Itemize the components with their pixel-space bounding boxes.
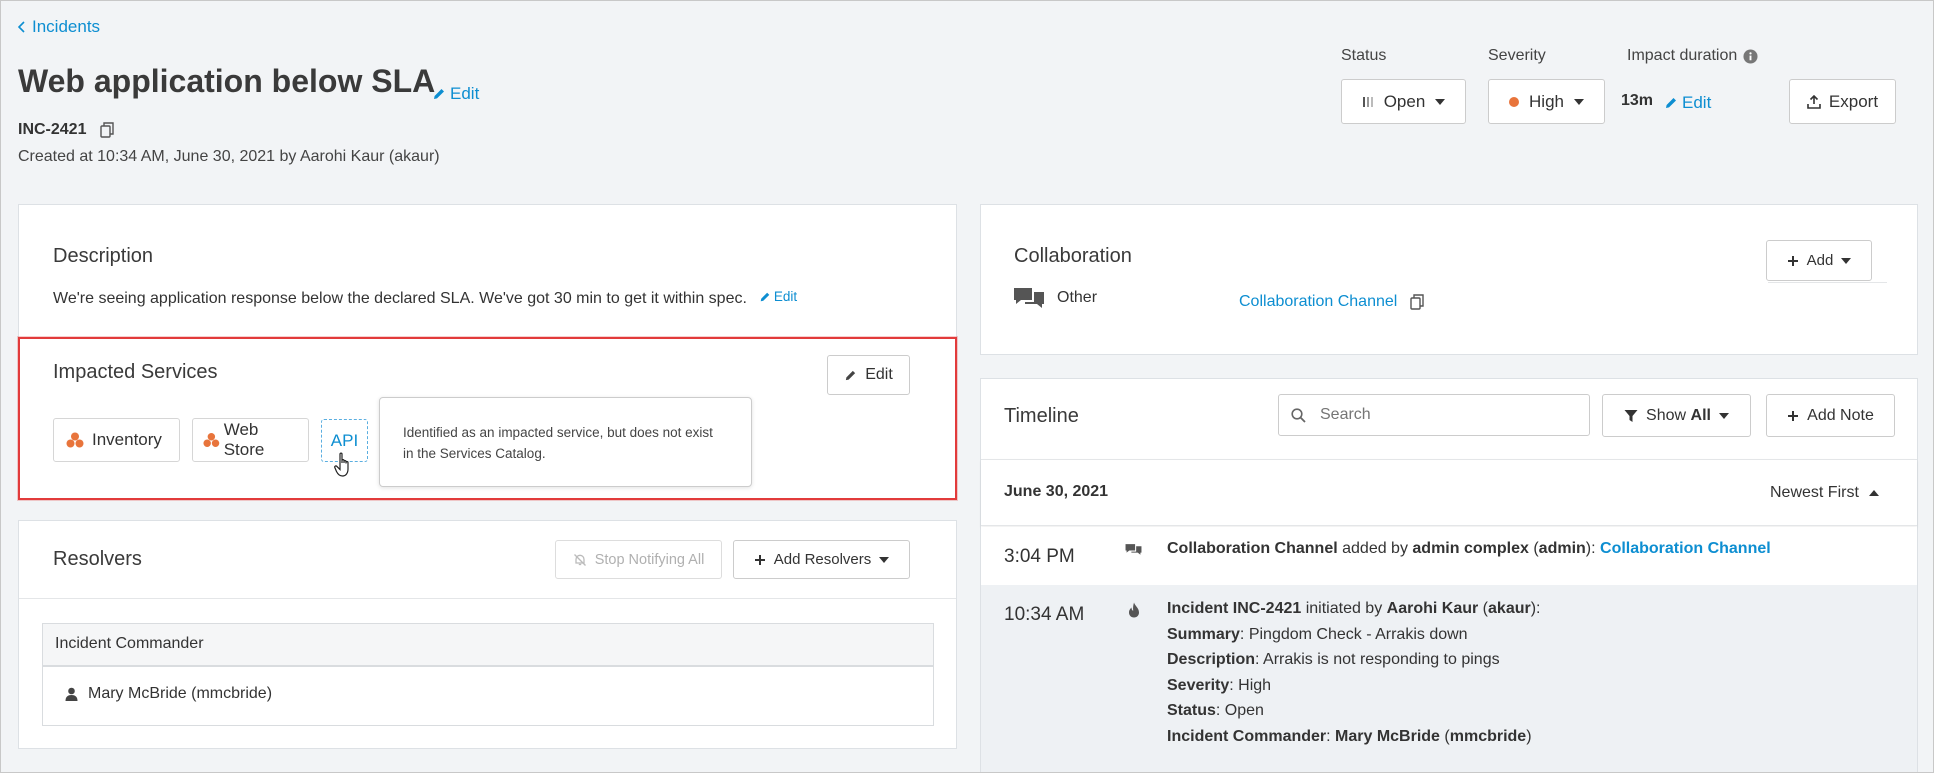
sort-order-toggle[interactable]: Newest First bbox=[1770, 484, 1879, 502]
plus-icon bbox=[1788, 410, 1799, 421]
info-icon[interactable] bbox=[1743, 48, 1758, 64]
add-note-button[interactable]: Add Note bbox=[1766, 394, 1895, 437]
entry-text: Collaboration Channel added by admin com… bbox=[1167, 540, 1771, 557]
status-label: Status bbox=[1341, 47, 1387, 64]
page-title: Web application below SLA bbox=[18, 63, 436, 99]
back-to-incidents-link[interactable]: Incidents bbox=[18, 17, 100, 37]
severity-dot bbox=[1509, 96, 1520, 107]
entry-time: 3:04 PM bbox=[1004, 546, 1075, 567]
service-cluster-icon bbox=[66, 432, 84, 448]
resolvers-title: Resolvers bbox=[53, 548, 142, 570]
stop-notifying-all-button[interactable]: Stop Notifying All bbox=[555, 540, 722, 579]
tooltip-line-1: Identified as an impacted service, but d… bbox=[403, 425, 713, 440]
caret-up-icon bbox=[1868, 490, 1879, 496]
plus-icon bbox=[754, 554, 765, 565]
resolvers-table-header: Incident Commander bbox=[43, 624, 933, 667]
chat-bubbles-icon bbox=[1014, 288, 1044, 308]
service-cluster-icon bbox=[203, 433, 220, 447]
user-icon bbox=[65, 687, 78, 701]
collaboration-title: Collaboration bbox=[1014, 245, 1132, 267]
description-panel bbox=[18, 204, 957, 338]
back-label: Incidents bbox=[32, 17, 101, 36]
edit-title-button[interactable]: Edit bbox=[432, 84, 479, 104]
plus-icon bbox=[1787, 255, 1798, 266]
collaboration-channel-link[interactable]: Collaboration Channel bbox=[1239, 293, 1397, 311]
severity-dropdown[interactable]: High bbox=[1488, 79, 1605, 124]
impact-duration-value: 13m bbox=[1621, 92, 1654, 109]
tooltip-line-2: in the Services Catalog. bbox=[403, 446, 546, 461]
service-tooltip: Identified as an impacted service, but d… bbox=[379, 397, 752, 487]
pencil-icon bbox=[434, 89, 444, 99]
table-row: Mary McBride (mmcbride) bbox=[43, 667, 933, 703]
edit-description-button[interactable]: Edit bbox=[759, 289, 797, 304]
divider bbox=[19, 598, 956, 599]
collaboration-channel-link[interactable]: Collaboration Channel bbox=[1600, 540, 1771, 557]
caret-down-icon bbox=[1718, 412, 1729, 419]
incident-id: INC-2421 bbox=[18, 121, 115, 139]
severity-label: Severity bbox=[1488, 47, 1546, 64]
incident-commander-name: Mary McBride (mmcbride) bbox=[88, 685, 273, 702]
search-icon bbox=[1291, 407, 1306, 423]
collaboration-channel-row: Collaboration Channel bbox=[1239, 293, 1425, 311]
pencil-icon bbox=[846, 370, 856, 380]
flame-icon bbox=[1129, 602, 1139, 618]
copy-icon[interactable] bbox=[100, 122, 115, 138]
export-button[interactable]: Export bbox=[1789, 79, 1896, 124]
pencil-icon bbox=[760, 292, 770, 301]
filter-icon bbox=[1624, 409, 1638, 422]
caret-down-icon bbox=[1573, 98, 1584, 105]
hand-cursor-icon bbox=[334, 452, 349, 477]
status-bars-icon bbox=[1362, 96, 1373, 107]
impacted-services-title: Impacted Services bbox=[53, 361, 218, 383]
add-resolvers-button[interactable]: Add Resolvers bbox=[733, 540, 910, 579]
impact-duration-label: Impact duration bbox=[1627, 47, 1758, 65]
description-title: Description bbox=[53, 245, 154, 267]
timeline-date: June 30, 2021 bbox=[1004, 483, 1109, 500]
chat-bubbles-icon bbox=[1125, 544, 1142, 555]
collaboration-type: Other bbox=[1057, 289, 1098, 306]
service-chip-web-store[interactable]: Web Store bbox=[192, 418, 309, 462]
caret-down-icon bbox=[879, 556, 890, 563]
caret-down-icon bbox=[1435, 98, 1446, 105]
timeline-title: Timeline bbox=[1004, 405, 1079, 427]
resolvers-table: Incident Commander Mary McBride (mmcbrid… bbox=[42, 623, 934, 726]
caret-down-icon bbox=[1841, 257, 1852, 264]
search-input[interactable] bbox=[1320, 406, 1560, 424]
copy-icon[interactable] bbox=[1410, 294, 1425, 310]
pencil-icon bbox=[1666, 98, 1676, 108]
add-collaboration-button[interactable]: Add bbox=[1766, 240, 1872, 281]
chevron-left-icon bbox=[18, 21, 25, 33]
entry-time: 10:34 AM bbox=[1004, 604, 1085, 625]
show-filter-dropdown[interactable]: Show All bbox=[1602, 394, 1751, 437]
edit-services-button[interactable]: Edit bbox=[827, 355, 910, 395]
upload-icon bbox=[1807, 94, 1821, 109]
divider bbox=[1768, 282, 1887, 283]
service-chip-inventory[interactable]: Inventory bbox=[53, 418, 180, 462]
bell-off-icon bbox=[573, 553, 586, 566]
timeline-search[interactable] bbox=[1278, 394, 1590, 436]
description-text-row: We're seeing application response below … bbox=[53, 289, 797, 308]
created-info: Created at 10:34 AM, June 30, 2021 by Aa… bbox=[18, 148, 440, 165]
status-dropdown[interactable]: Open bbox=[1341, 79, 1466, 124]
entry-text: Incident INC-2421 initiated by Aarohi Ka… bbox=[1167, 600, 1541, 745]
description-text: We're seeing application response below … bbox=[53, 289, 747, 307]
edit-impact-button[interactable]: Edit bbox=[1664, 93, 1711, 113]
